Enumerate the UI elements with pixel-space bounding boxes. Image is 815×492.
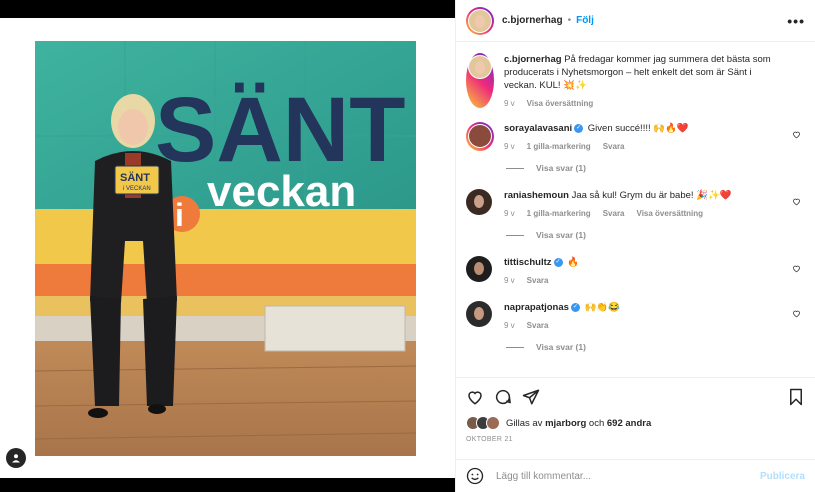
comment-username[interactable]: tittischultz xyxy=(504,257,552,268)
view-replies-button[interactable]: Visa svar (1) xyxy=(506,163,805,173)
comment-reply-button[interactable]: Svara xyxy=(603,209,625,218)
author-username[interactable]: c.bjornerhag xyxy=(502,15,563,26)
comment-row: sorayalavasani ✓ Given succé!!!! 🙌🔥❤️ 9 v… xyxy=(466,122,805,151)
post-date[interactable]: OKTOBER 21 xyxy=(466,436,805,443)
comment-avatar[interactable] xyxy=(466,189,492,215)
bookmark-icon[interactable] xyxy=(787,388,805,406)
comment-username[interactable]: naprapatjonas xyxy=(504,302,569,313)
likes-connector: och xyxy=(588,417,605,429)
comment-like-heart-icon[interactable] xyxy=(792,309,801,318)
comment-row: naprapatjonas ✓ 🙌👏😂 9 v Svara xyxy=(466,301,805,330)
comment-age: 9 v xyxy=(504,276,515,285)
likes-user[interactable]: mjarborg xyxy=(545,418,586,429)
comments-list[interactable]: c.bjornerhag På fredagar kommer jag summ… xyxy=(456,43,815,376)
comment-row: tittischultz ✓ 🔥 9 v Svara xyxy=(466,256,805,285)
comment-age: 9 v xyxy=(504,321,515,330)
add-comment-input[interactable] xyxy=(496,470,760,482)
view-replies-button[interactable]: Visa svar (1) xyxy=(506,342,805,352)
likes-summary: Gillas av mjarborg och 692 andra xyxy=(466,416,805,430)
comment-like-heart-icon[interactable] xyxy=(792,130,801,139)
comment-username[interactable]: sorayalavasani xyxy=(504,123,572,134)
author-avatar xyxy=(469,9,491,32)
caption-avatar xyxy=(469,56,491,78)
caption-translate-link[interactable]: Visa översättning xyxy=(527,99,594,108)
post-actions: Gillas av mjarborg och 692 andra OKTOBER… xyxy=(456,377,815,459)
verified-badge-icon: ✓ xyxy=(574,123,584,133)
comment-bubble-icon[interactable] xyxy=(494,388,512,406)
emoji-smiley-icon[interactable] xyxy=(466,467,484,485)
comment-reply-button[interactable]: Svara xyxy=(527,321,549,330)
follow-button[interactable]: Följ xyxy=(576,15,594,26)
comment-avatar-ring[interactable] xyxy=(466,122,494,151)
caption-username[interactable]: c.bjornerhag xyxy=(504,54,562,65)
likes-prefix: Gillas av xyxy=(506,417,543,429)
like-heart-icon[interactable] xyxy=(466,388,484,406)
card-text: SÄNT xyxy=(120,171,150,184)
comment-age: 9 v xyxy=(504,142,515,151)
comment-age: 9 v xyxy=(504,209,515,218)
wall-title-2: veckan xyxy=(207,167,356,216)
liker-avatars xyxy=(466,416,500,430)
comment-reply-button[interactable]: Svara xyxy=(527,276,549,285)
share-paper-plane-icon[interactable] xyxy=(522,388,540,406)
likes-others[interactable]: 692 andra xyxy=(607,418,651,429)
user-tags-button[interactable] xyxy=(6,448,26,468)
comment-avatar[interactable] xyxy=(466,256,492,282)
post-header: c.bjornerhag • Följ ••• xyxy=(456,0,815,42)
verified-badge-icon: ✓ xyxy=(553,257,563,267)
comment-username[interactable]: raniashemoun xyxy=(504,190,569,201)
comment-translate-link[interactable]: Visa översättning xyxy=(637,209,704,218)
wall-title-1: SÄNT xyxy=(155,79,405,181)
caption-row: c.bjornerhag På fredagar kommer jag summ… xyxy=(466,53,805,108)
add-comment-bar: Publicera xyxy=(456,459,815,492)
comment-avatar xyxy=(469,125,491,147)
caption-age: 9 v xyxy=(504,99,515,108)
comment-like-heart-icon[interactable] xyxy=(792,264,801,273)
comment-reply-button[interactable]: Svara xyxy=(603,142,625,151)
comment-text: Jaa så kul! Grym du är babe! 🎉✨❤️ xyxy=(571,190,732,201)
caption-text: c.bjornerhag På fredagar kommer jag summ… xyxy=(504,53,787,92)
comment-row: raniashemoun Jaa så kul! Grym du är babe… xyxy=(466,189,805,218)
media-pane: SÄNT i veckan SÄNT i VECKAN xyxy=(0,0,455,492)
view-replies-button[interactable]: Visa svar (1) xyxy=(506,230,805,240)
comment-text: 🔥 xyxy=(567,257,579,268)
comment-text: Given succé!!!! 🙌🔥❤️ xyxy=(587,123,689,134)
comment-text: 🙌👏😂 xyxy=(584,302,621,313)
person-icon xyxy=(12,454,20,463)
comment-avatar[interactable] xyxy=(466,301,492,327)
comment-likes[interactable]: 1 gilla-markering xyxy=(527,142,591,151)
caption-meta: 9 v Visa översättning xyxy=(504,99,787,108)
verified-badge-icon: ✓ xyxy=(570,302,580,312)
liker-avatar xyxy=(486,416,500,430)
photo-illustration: SÄNT i veckan SÄNT i VECKAN xyxy=(35,41,416,456)
more-options-icon[interactable]: ••• xyxy=(787,13,805,29)
post-photo[interactable]: SÄNT i veckan SÄNT i VECKAN xyxy=(35,41,416,456)
separator-dot: • xyxy=(567,15,572,26)
caption-avatar-ring[interactable] xyxy=(466,53,494,108)
publish-comment-button[interactable]: Publicera xyxy=(760,471,805,482)
author-avatar-ring[interactable] xyxy=(466,6,494,35)
post-side-panel: c.bjornerhag • Följ ••• c.bjornerhag På … xyxy=(455,0,815,492)
wall-i: i xyxy=(175,197,184,233)
card-sub: i VECKAN xyxy=(123,186,151,192)
comment-like-heart-icon[interactable] xyxy=(792,197,801,206)
comment-likes[interactable]: 1 gilla-markering xyxy=(527,209,591,218)
